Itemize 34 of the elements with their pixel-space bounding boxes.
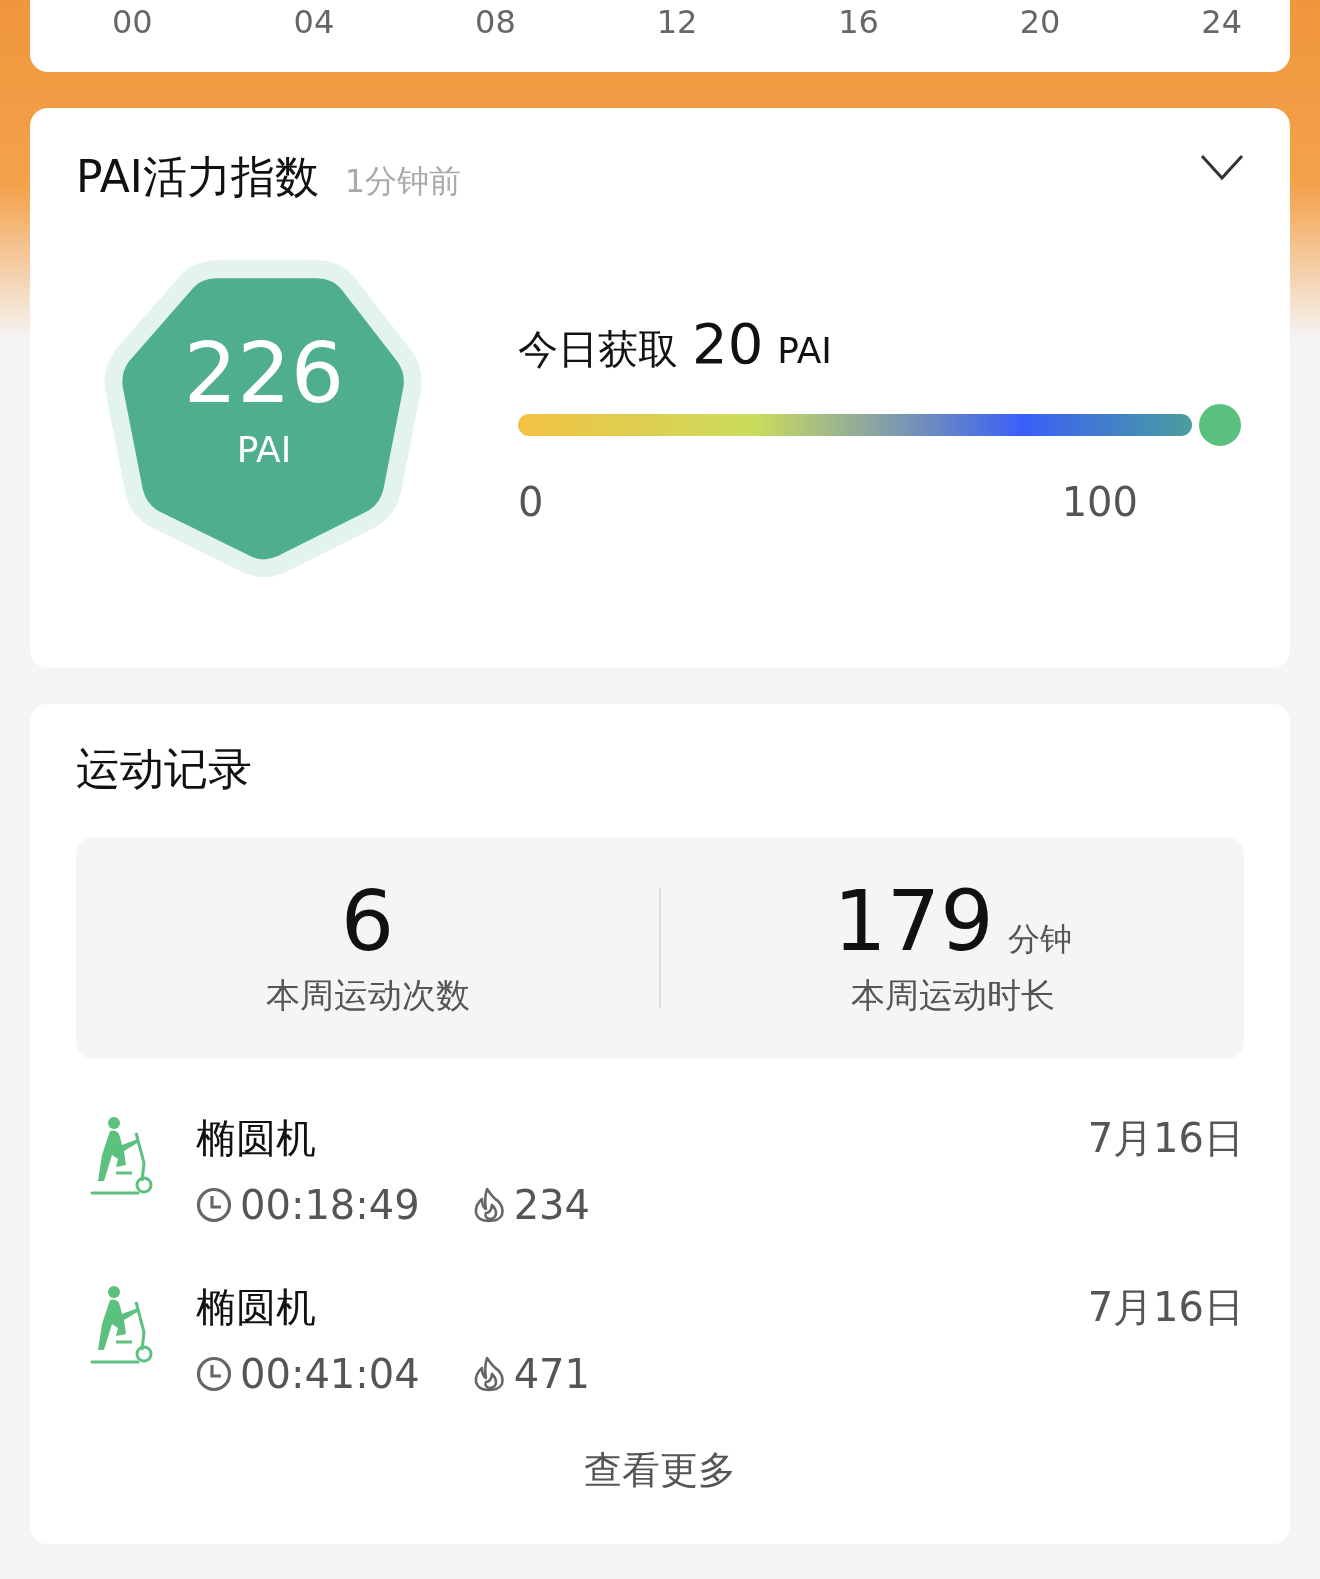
- workout-duration: 00:18:49: [240, 1182, 420, 1228]
- pai-score: 226: [183, 331, 345, 415]
- axis-label: 08: [475, 2, 516, 43]
- updated-time: 1分钟前: [344, 161, 462, 202]
- workout-name: 椭圆机: [196, 1283, 317, 1332]
- calorie-count: 234: [513, 1182, 590, 1228]
- today-unit: PAI: [777, 330, 832, 371]
- workout-date: 7月16日: [1087, 1283, 1244, 1332]
- card-title: PAI活力指数: [76, 150, 319, 204]
- workout-date: 7月16日: [1087, 1114, 1244, 1163]
- workout-duration: 00:41:04: [240, 1351, 420, 1397]
- scale-max: 100: [1061, 479, 1138, 525]
- axis-label: 00: [112, 2, 153, 43]
- axis-label: 12: [656, 2, 698, 43]
- pai-unit: PAI: [236, 429, 292, 470]
- stat-unit: 分钟: [1007, 918, 1072, 960]
- axis-label: 04: [293, 2, 335, 43]
- workout-name: 椭圆机: [196, 1114, 317, 1163]
- stat-value: 6: [340, 876, 395, 966]
- card-title: 运动记录: [76, 742, 253, 796]
- chevron-icon[interactable]: [1200, 154, 1244, 182]
- clock-icon: [196, 1187, 232, 1223]
- axis-label: 16: [838, 2, 879, 43]
- scale-min: 0: [518, 479, 544, 525]
- calorie-count: 471: [513, 1351, 590, 1397]
- stat-label: 本周运动次数: [265, 974, 470, 1018]
- stat-label: 本周运动时长: [850, 974, 1055, 1018]
- clock-icon: [196, 1356, 232, 1392]
- view-more-button[interactable]: 查看更多: [564, 1437, 756, 1504]
- axis-label: 24: [1201, 2, 1242, 43]
- axis-label: 20: [1019, 2, 1061, 43]
- stat-value: 179: [833, 876, 994, 966]
- today-value: 20: [692, 311, 764, 376]
- today-label: 今日获取: [518, 325, 678, 374]
